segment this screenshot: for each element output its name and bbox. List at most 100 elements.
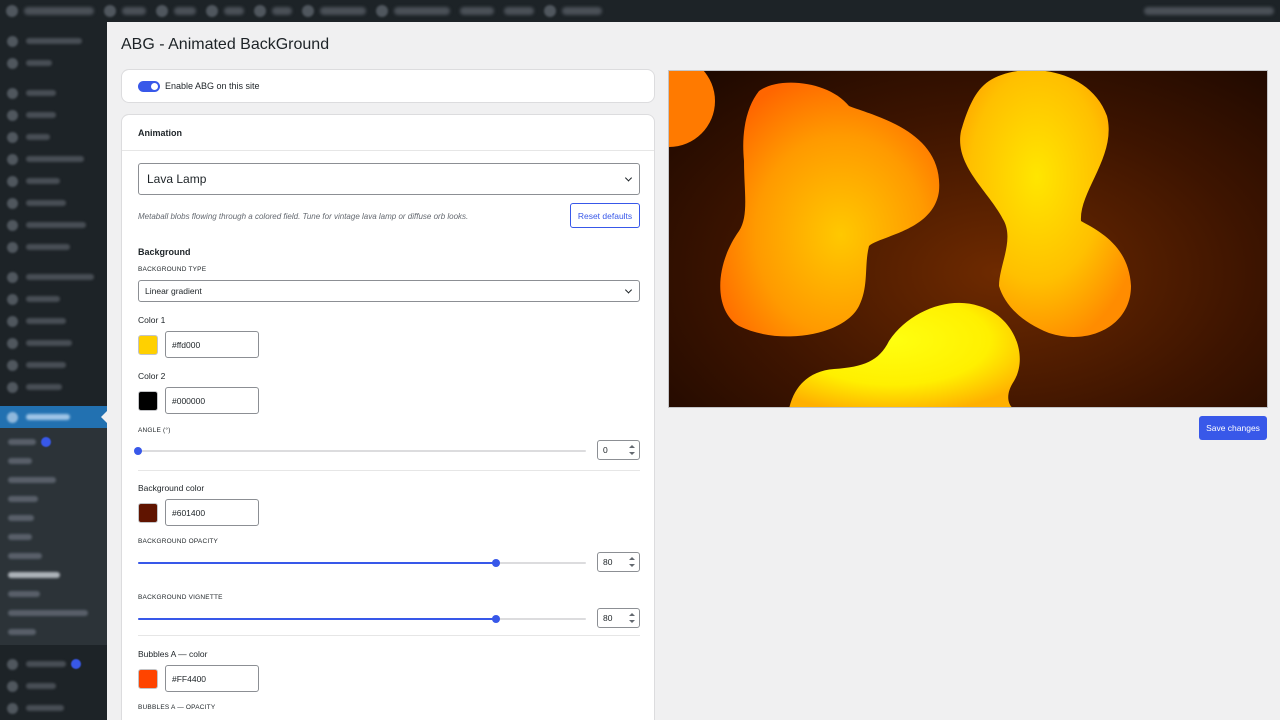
background-type-label: BACKGROUND TYPE [138, 266, 207, 273]
submenu-item[interactable] [0, 489, 107, 508]
angle-slider-handle[interactable] [134, 447, 142, 455]
admin-bar-account[interactable] [1144, 7, 1274, 15]
admin-sidebar [0, 22, 107, 720]
admin-bar-item[interactable] [394, 7, 450, 15]
angle-label: ANGLE (°) [138, 427, 171, 434]
background-section-title: Background [138, 247, 191, 257]
menu-icon [7, 87, 18, 99]
sidebar-item[interactable] [0, 288, 107, 310]
sidebar-item[interactable] [0, 192, 107, 214]
sidebar-item[interactable] [0, 126, 107, 148]
plus-icon[interactable] [206, 5, 218, 17]
menu-icon [7, 293, 18, 305]
background-vignette-fill [138, 618, 497, 620]
admin-bar-item[interactable] [272, 7, 292, 15]
submenu-item[interactable] [0, 508, 107, 527]
sidebar-item[interactable] [0, 148, 107, 170]
menu-icon [7, 57, 18, 69]
reset-defaults-button[interactable]: Reset defaults [570, 203, 640, 228]
admin-bar-item[interactable] [504, 7, 534, 15]
background-vignette-input[interactable]: 80 [597, 608, 640, 628]
background-opacity-slider[interactable] [138, 559, 586, 567]
admin-bar-item[interactable] [122, 7, 146, 15]
color2-swatch[interactable] [138, 390, 158, 411]
animation-select-value: Lava Lamp [147, 172, 207, 186]
enable-label: Enable ABG on this site [165, 81, 260, 91]
sidebar-item[interactable] [0, 332, 107, 354]
submenu-item[interactable] [0, 470, 107, 489]
background-opacity-fill [138, 562, 497, 564]
background-type-select[interactable]: Linear gradient [138, 280, 640, 302]
comments-icon[interactable] [156, 5, 168, 17]
submenu-item[interactable] [0, 527, 107, 546]
bubbles-a-color-swatch[interactable] [138, 668, 158, 689]
submenu-item[interactable] [0, 622, 107, 641]
menu-icon [7, 35, 18, 47]
submenu-item[interactable] [0, 451, 107, 470]
background-opacity-handle[interactable] [492, 559, 501, 567]
dashboard-icon[interactable] [104, 5, 116, 17]
background-color-label: Background color [138, 483, 205, 493]
menu-icon [7, 680, 18, 692]
admin-bar-icon[interactable] [302, 5, 314, 17]
submenu-item[interactable] [0, 584, 107, 603]
admin-bar-item[interactable] [174, 7, 196, 15]
wordpress-logo-icon[interactable] [6, 5, 18, 17]
bubbles-a-color-input[interactable]: #FF4400 [165, 665, 259, 692]
chevron-down-icon [624, 286, 633, 294]
enable-toggle[interactable] [138, 80, 160, 92]
admin-bar-item[interactable] [224, 7, 244, 15]
menu-icon [7, 271, 18, 283]
admin-bar-icon[interactable] [544, 5, 556, 17]
admin-bar-item[interactable] [562, 7, 602, 15]
admin-bar-icon[interactable] [254, 5, 266, 17]
spinner-icon[interactable] [629, 445, 635, 455]
sidebar-item[interactable] [0, 214, 107, 236]
menu-icon [7, 175, 18, 187]
sidebar-item[interactable] [0, 376, 107, 398]
admin-bar-site-link[interactable] [24, 7, 94, 15]
color1-swatch[interactable] [138, 334, 158, 355]
sidebar-item[interactable] [0, 82, 107, 104]
animation-select[interactable]: Lava Lamp [138, 163, 640, 195]
submenu-item[interactable] [0, 603, 107, 622]
color1-input[interactable]: #ffd000 [165, 331, 259, 358]
admin-bar-item[interactable] [320, 7, 366, 15]
spinner-icon[interactable] [629, 557, 635, 567]
sidebar-item[interactable] [0, 310, 107, 332]
background-opacity-label: BACKGROUND OPACITY [138, 538, 219, 545]
sidebar-item[interactable] [0, 52, 107, 74]
sidebar-item[interactable] [0, 104, 107, 126]
sidebar-item-active[interactable] [0, 406, 107, 428]
sidebar-item[interactable] [0, 653, 107, 675]
sidebar-item[interactable] [0, 266, 107, 288]
sidebar-item[interactable] [0, 697, 107, 719]
admin-bar-icon[interactable] [376, 5, 388, 17]
background-vignette-slider[interactable] [138, 615, 586, 623]
background-vignette-row: 80 [138, 608, 640, 630]
menu-icon [7, 702, 18, 714]
menu-icon [7, 153, 18, 165]
background-color-input[interactable]: #601400 [165, 499, 259, 526]
save-changes-button[interactable]: Save changes [1199, 416, 1267, 440]
sidebar-item[interactable] [0, 354, 107, 376]
sidebar-item[interactable] [0, 30, 107, 52]
submenu-item[interactable] [0, 546, 107, 565]
background-color-swatch[interactable] [138, 502, 158, 523]
sidebar-submenu [0, 428, 107, 645]
color2-input[interactable]: #000000 [165, 387, 259, 414]
sidebar-item[interactable] [0, 236, 107, 258]
submenu-item[interactable] [0, 432, 107, 451]
sidebar-item[interactable] [0, 675, 107, 697]
admin-bar-item[interactable] [460, 7, 494, 15]
menu-icon [7, 315, 18, 327]
angle-slider[interactable] [134, 447, 586, 455]
sidebar-item[interactable] [0, 170, 107, 192]
angle-input[interactable]: 0 [597, 440, 640, 460]
admin-bar [0, 0, 1280, 22]
spinner-icon[interactable] [629, 613, 635, 623]
count-badge [71, 659, 81, 669]
background-vignette-handle[interactable] [492, 615, 501, 623]
submenu-item-current[interactable] [0, 565, 107, 584]
background-opacity-input[interactable]: 80 [597, 552, 640, 572]
